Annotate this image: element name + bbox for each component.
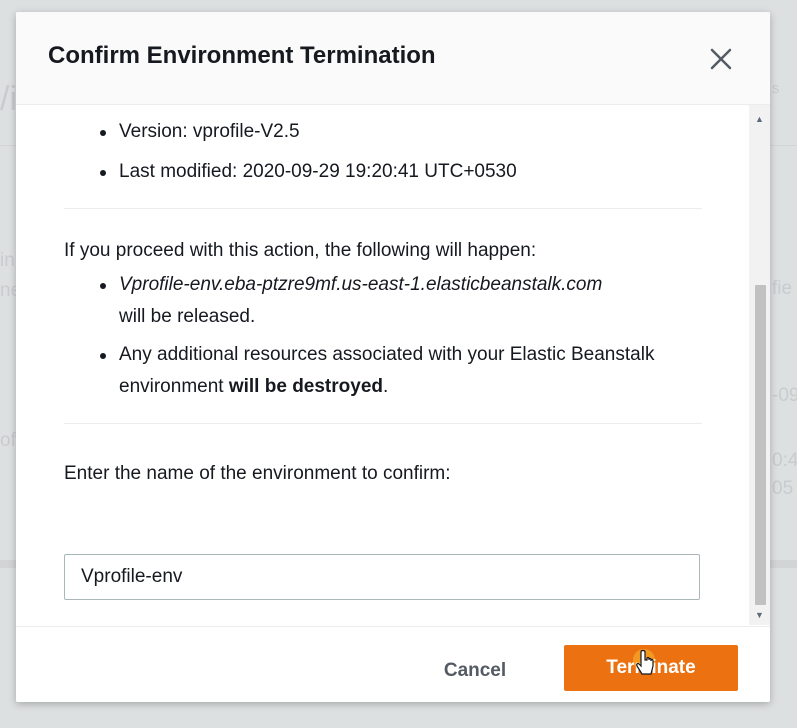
modal-footer: Cancel Terminate [16, 626, 770, 702]
cancel-button[interactable]: Cancel [420, 649, 530, 693]
consequence-item-destroy: Any additional resources associated with… [64, 339, 704, 403]
close-icon [710, 48, 732, 70]
scrollbar[interactable]: ▲ ▼ [749, 105, 770, 625]
confirm-label: Enter the name of the environment to con… [64, 463, 451, 484]
consequence-item-release: Vprofile-env.eba-ptzre9mf.us-east-1.elas… [64, 269, 704, 333]
environment-details-list: Version: vprofile-V2.5 Last modified: 20… [64, 116, 704, 188]
section-divider [64, 423, 702, 424]
modal-header: Confirm Environment Termination [16, 12, 770, 105]
environment-name-input[interactable] [64, 554, 700, 600]
environment-url: Vprofile-env.eba-ptzre9mf.us-east-1.elas… [119, 274, 603, 295]
destroy-emphasis: will be destroyed [228, 376, 383, 397]
scroll-down-arrow-icon[interactable]: ▼ [749, 605, 770, 625]
scrollbar-thumb[interactable] [755, 285, 766, 605]
modal-body: Version: vprofile-V2.5 Last modified: 20… [16, 105, 748, 625]
close-button[interactable] [708, 46, 734, 72]
modal-content: Version: vprofile-V2.5 Last modified: 20… [64, 105, 704, 490]
release-text: will be released. [119, 306, 256, 327]
terminate-button[interactable]: Terminate [564, 645, 738, 691]
detail-version: Version: vprofile-V2.5 [64, 116, 704, 148]
consequences-list: Vprofile-env.eba-ptzre9mf.us-east-1.elas… [64, 269, 704, 403]
consequences-intro: If you proceed with this action, the fol… [64, 240, 537, 261]
confirm-termination-modal: Confirm Environment Termination Version:… [16, 12, 770, 702]
detail-last-modified: Last modified: 2020-09-29 19:20:41 UTC+0… [64, 156, 704, 188]
modal-title: Confirm Environment Termination [48, 42, 436, 69]
scroll-up-arrow-icon[interactable]: ▲ [749, 109, 770, 129]
destroy-text-end: . [383, 376, 389, 397]
section-divider [64, 208, 702, 209]
